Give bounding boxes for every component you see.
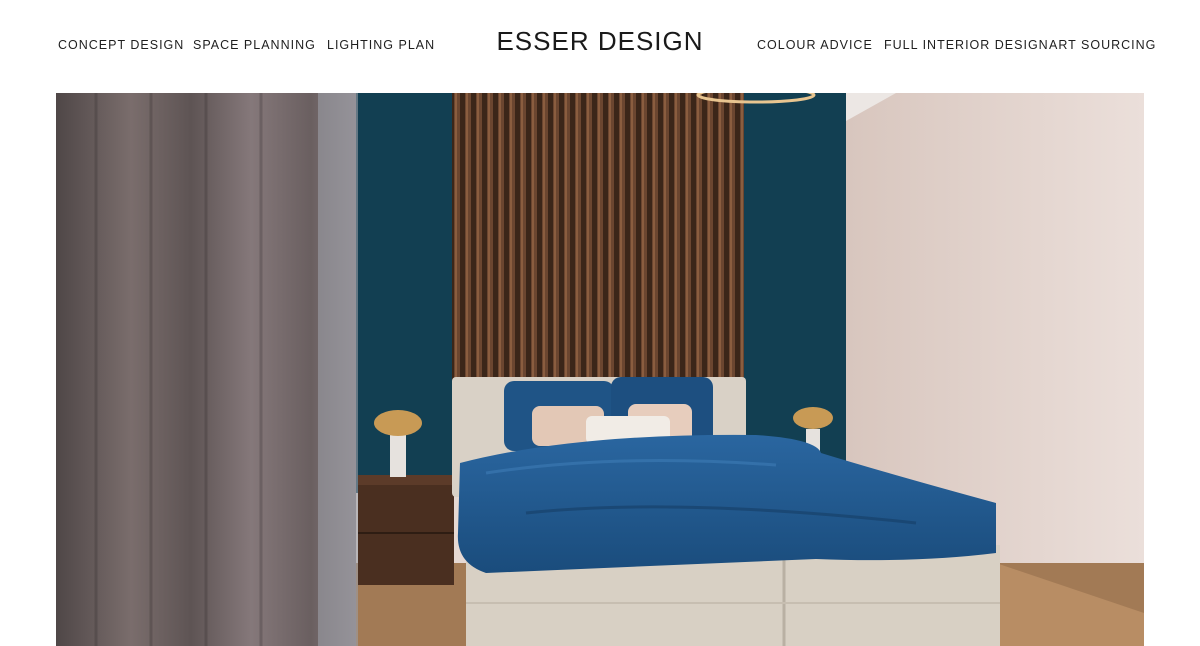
right-lamp-shade: [793, 407, 833, 429]
hero-image: [56, 93, 1144, 646]
nav-link-full-interior-design[interactable]: FULL INTERIOR DESIGN: [884, 38, 1049, 52]
nav-link-art-sourcing[interactable]: ART SOURCING: [1049, 38, 1156, 52]
curtain-sheer: [318, 93, 358, 646]
nav-link-colour-advice[interactable]: COLOUR ADVICE: [757, 38, 873, 52]
left-lamp-base: [390, 435, 406, 477]
left-lamp-shade: [374, 410, 422, 436]
wood-slat-panel: [452, 93, 744, 393]
left-nightstand: [358, 475, 454, 585]
site-header: CONCEPT DESIGN SPACE PLANNING LIGHTING P…: [0, 0, 1200, 92]
bedroom-illustration: [56, 93, 1144, 646]
